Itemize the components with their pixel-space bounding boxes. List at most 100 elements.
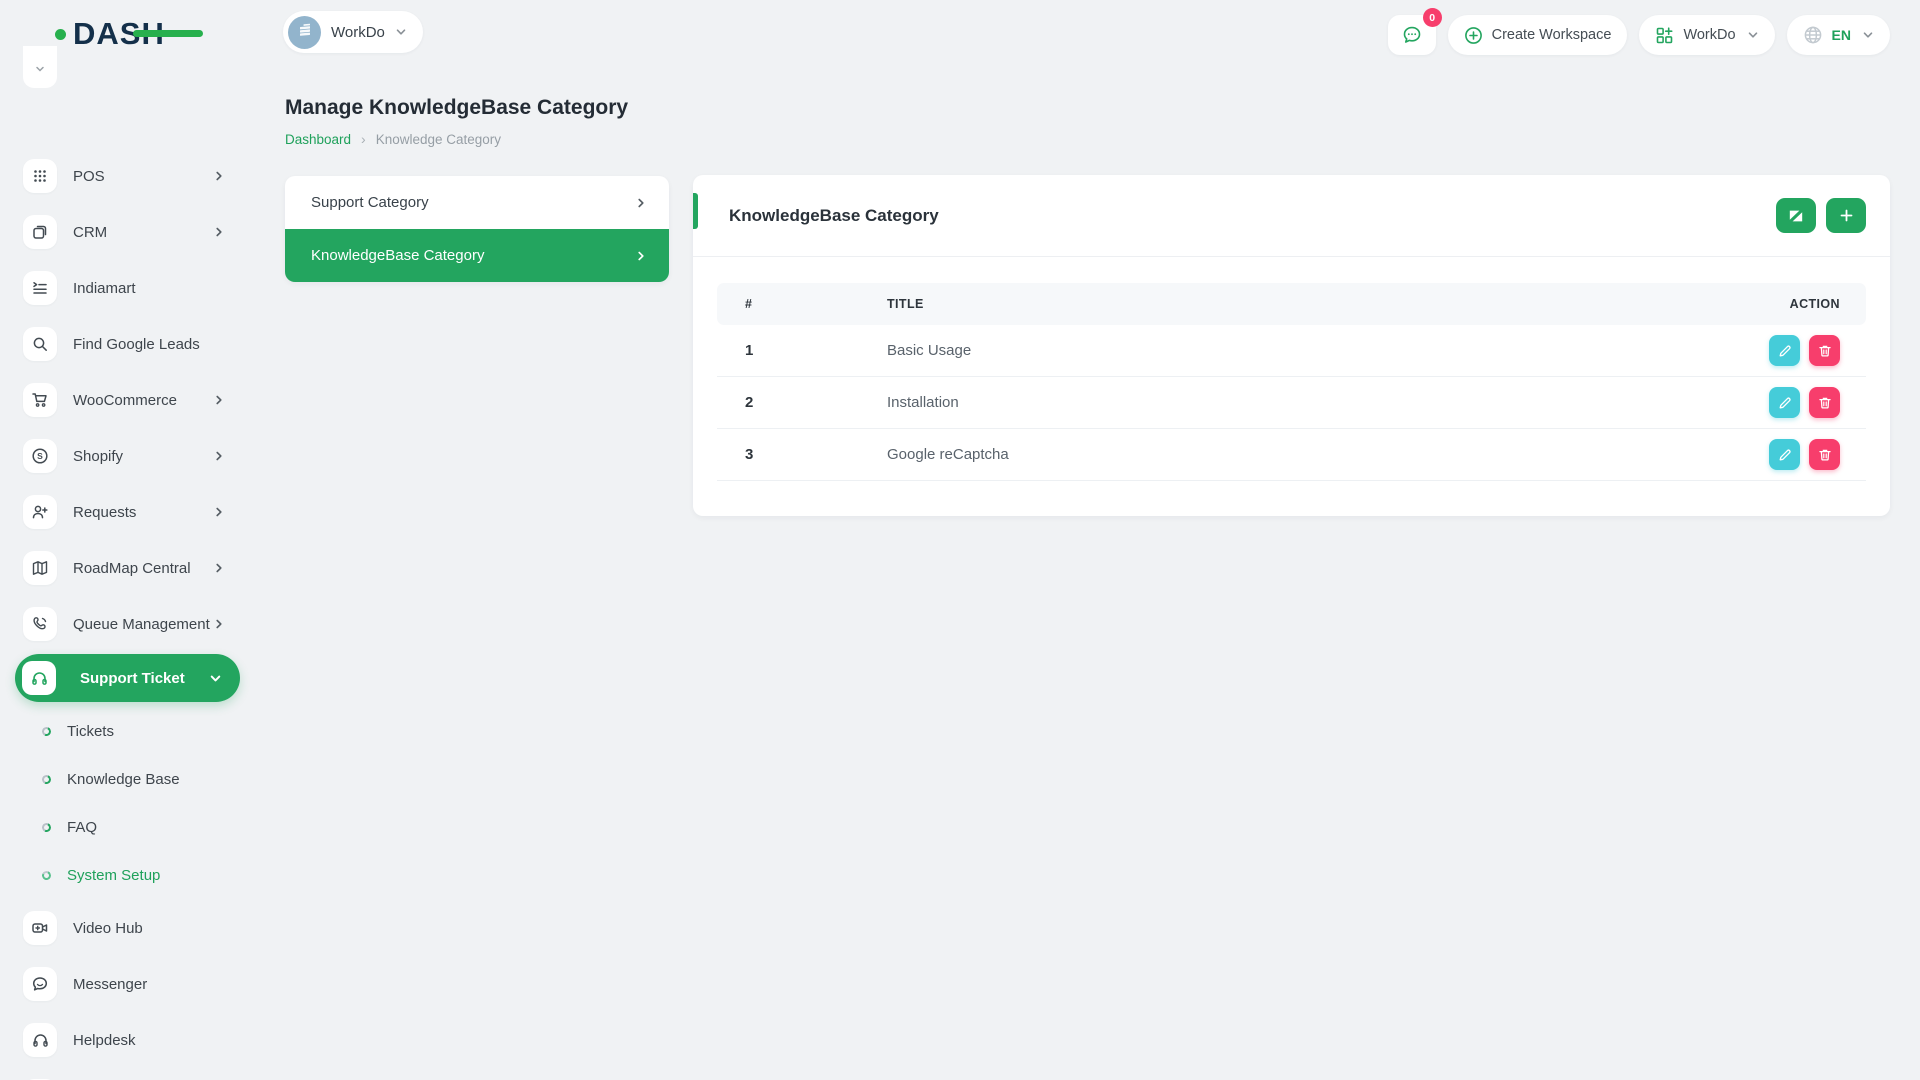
submenu-bullet-icon	[41, 821, 53, 833]
headset-icon	[22, 661, 56, 695]
table-header-row: # TITLE ACTION	[717, 283, 1866, 325]
panel-header: KnowledgeBase Category	[693, 175, 1890, 257]
video-camera-icon	[23, 911, 57, 945]
sidebar-item-messenger[interactable]: Messenger	[0, 956, 258, 1012]
topbar-actions: 0 Create Workspace WorkDo	[1388, 15, 1890, 55]
edit-button[interactable]	[1769, 387, 1800, 418]
sidebar-item-pos[interactable]: POS	[0, 148, 258, 204]
sidebar-item-indiamart[interactable]: Indiamart	[0, 260, 258, 316]
search-icon	[23, 327, 57, 361]
workspace-selector[interactable]: WorkDo	[283, 11, 423, 53]
sidebar: POS CRM Indiamart Find Google Leads	[0, 46, 258, 1080]
column-title: TITLE	[887, 297, 1696, 311]
sidebar-item-queue-management[interactable]: Queue Management	[0, 596, 258, 652]
edit-button[interactable]	[1769, 439, 1800, 470]
edit-button[interactable]	[1769, 335, 1800, 366]
breadcrumb-separator: ›	[361, 131, 366, 147]
sidebar-item-helpdesk[interactable]: Helpdesk	[0, 1012, 258, 1068]
chevron-right-icon	[213, 450, 225, 462]
nav-support-category[interactable]: Support Category	[285, 176, 669, 229]
sidebar-scroll-hint	[23, 46, 57, 88]
breadcrumb-current: Knowledge Category	[376, 132, 501, 147]
panel-accent-bar	[693, 193, 698, 229]
globe-icon	[1803, 25, 1823, 45]
notifications-button[interactable]: 0	[1388, 15, 1436, 55]
sidebar-item-requests[interactable]: Requests	[0, 484, 258, 540]
sidebar-item-crm[interactable]: CRM	[0, 204, 258, 260]
sidebar-subitem-tickets[interactable]: Tickets	[0, 707, 258, 755]
category-nav-card: Support Category KnowledgeBase Category	[285, 176, 669, 282]
sidebar-item-video-hub[interactable]: Video Hub	[0, 900, 258, 956]
sidebar-item-woocommerce[interactable]: WooCommerce	[0, 372, 258, 428]
chevron-down-icon	[1747, 29, 1759, 41]
chevron-right-icon	[213, 618, 225, 630]
chevron-down-icon	[1862, 29, 1874, 41]
sidebar-subitem-knowledge-base[interactable]: Knowledge Base	[0, 755, 258, 803]
shopify-icon: S	[23, 439, 57, 473]
column-action: ACTION	[1696, 297, 1866, 311]
chevron-down-icon	[209, 672, 222, 685]
chevron-down-icon	[395, 26, 407, 38]
table-row: 2 Installation	[717, 377, 1866, 429]
pencil-icon	[1778, 344, 1792, 358]
page-title: Manage KnowledgeBase Category	[285, 96, 628, 120]
table-row: 1 Basic Usage	[717, 325, 1866, 377]
column-index: #	[717, 297, 887, 311]
plus-icon	[1839, 208, 1854, 223]
logo-dot	[55, 29, 66, 40]
grid-plus-icon	[1655, 26, 1674, 45]
language-code: EN	[1832, 27, 1851, 43]
pencil-icon	[1778, 396, 1792, 410]
list-icon	[23, 271, 57, 305]
sidebar-item-shopify[interactable]: S Shopify	[0, 428, 258, 484]
sidebar-subitem-system-setup[interactable]: System Setup	[0, 851, 258, 899]
chevron-right-icon	[213, 506, 225, 518]
building-icon	[288, 16, 321, 49]
chat-icon	[23, 967, 57, 1001]
delete-button[interactable]	[1809, 335, 1840, 366]
delete-button[interactable]	[1809, 439, 1840, 470]
grid-dots-icon	[23, 159, 57, 193]
workspace-menu[interactable]: WorkDo	[1639, 15, 1774, 55]
submenu-bullet-icon	[41, 773, 53, 785]
panel-title: KnowledgeBase Category	[729, 206, 939, 226]
trash-icon	[1818, 448, 1832, 462]
chevron-right-icon	[635, 250, 647, 262]
phone-icon	[23, 607, 57, 641]
language-menu[interactable]: EN	[1787, 15, 1890, 55]
trash-icon	[1818, 344, 1832, 358]
sidebar-item-support-ticket[interactable]: Support Ticket	[15, 654, 240, 702]
chevron-right-icon	[213, 394, 225, 406]
knowledgebase-category-panel: KnowledgeBase Category # TITLE ACTION	[693, 175, 1890, 516]
copy-square-icon	[23, 215, 57, 249]
notification-badge: 0	[1423, 8, 1442, 27]
cart-icon	[23, 383, 57, 417]
panel-header-actions	[1776, 198, 1866, 233]
chevron-right-icon	[213, 170, 225, 182]
chevron-right-icon	[213, 226, 225, 238]
category-table: # TITLE ACTION 1 Basic Usage 2 Ins	[717, 283, 1866, 481]
sidebar-item-find-google-leads[interactable]: Find Google Leads	[0, 316, 258, 372]
map-icon	[23, 551, 57, 585]
create-workspace-label: Create Workspace	[1492, 27, 1612, 43]
chevron-right-icon	[635, 197, 647, 209]
user-plus-icon	[23, 495, 57, 529]
delete-button[interactable]	[1809, 387, 1840, 418]
chat-bubble-icon	[1401, 24, 1423, 46]
nav-knowledgebase-category[interactable]: KnowledgeBase Category	[285, 229, 669, 282]
zendesk-icon	[1788, 208, 1804, 224]
breadcrumb: Dashboard › Knowledge Category	[285, 131, 501, 147]
app-screen: DASH WorkDo 0 Create Workspace	[0, 0, 1920, 1080]
zendesk-sync-button[interactable]	[1776, 198, 1816, 233]
sidebar-subitem-faq[interactable]: FAQ	[0, 803, 258, 851]
create-workspace-button[interactable]: Create Workspace	[1448, 15, 1628, 55]
headphones-icon	[23, 1023, 57, 1057]
sidebar-item-roadmap-central[interactable]: RoadMap Central	[0, 540, 258, 596]
plus-circle-icon	[1464, 26, 1483, 45]
breadcrumb-dashboard-link[interactable]: Dashboard	[285, 132, 351, 147]
trash-icon	[1818, 396, 1832, 410]
logo-dash-bar	[133, 30, 203, 37]
workspace-name: WorkDo	[331, 24, 385, 41]
sidebar-item-settings[interactable]: Settings	[0, 1068, 258, 1080]
add-category-button[interactable]	[1826, 198, 1866, 233]
